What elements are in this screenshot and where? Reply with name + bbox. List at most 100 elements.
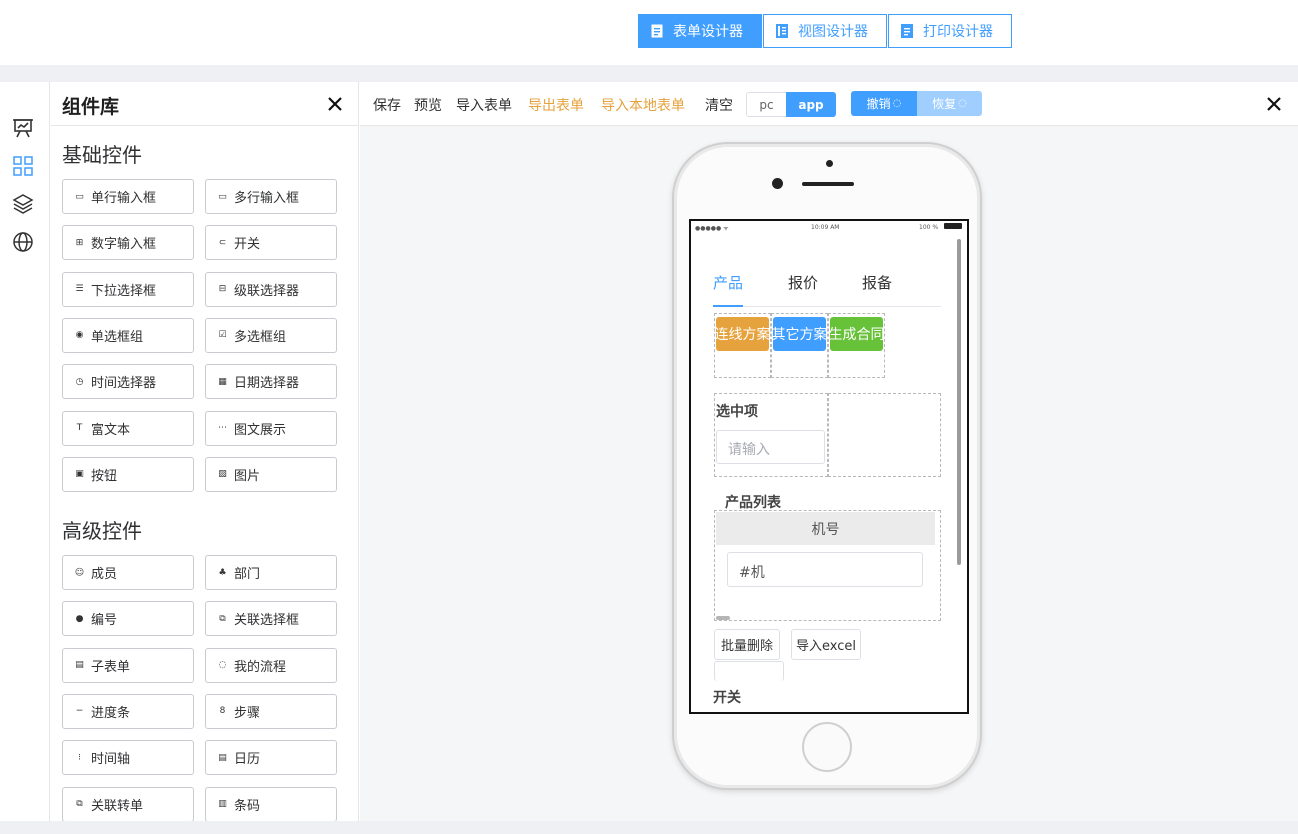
component-number-input-button[interactable]: ⊞ 数字输入框 [62, 225, 194, 261]
component-dropdown-select-button[interactable]: ☰ 下拉选择框 [62, 271, 194, 307]
component-clock-button[interactable]: ◷ 时间选择器 [62, 364, 194, 400]
tab-quotation[interactable]: 报价 [788, 272, 818, 293]
pc-option[interactable]: pc [746, 92, 786, 117]
component-rich-text-button[interactable]: T 富文本 [62, 410, 194, 446]
component-label: 步骤 [234, 705, 261, 721]
component-progress-button[interactable]: − 进度条 [62, 693, 194, 729]
cascader-icon: ⊟ [218, 284, 227, 295]
multi-line-input-icon: ▭ [218, 191, 227, 202]
clear-button[interactable]: 清空 [705, 95, 733, 115]
plan-link-button[interactable]: 连线方案 [716, 317, 769, 351]
component-library: 组件库 基础控件 ▭ 单行输入框 ▭ 多行输入框 ⊞ 数字输入框 ⊂ 开关 ☰ 下拉选择框 ⊟ 级联选… [51, 82, 359, 821]
dropdown-select-icon: ☰ [75, 284, 84, 295]
component-label: 编号 [91, 613, 118, 629]
device-switch: pc app [746, 92, 836, 117]
print-doc-icon [901, 24, 913, 38]
save-button[interactable]: 保存 [373, 95, 401, 115]
component-button-button[interactable]: ▣ 按钮 [62, 456, 194, 492]
status-time: 10:09 AM [811, 224, 840, 231]
barcode-icon: ▥ [218, 799, 227, 809]
component-label: 数字输入框 [91, 237, 157, 253]
table-scrollbar[interactable] [716, 616, 730, 620]
front-sensor [826, 160, 833, 167]
component-calendar-button[interactable]: ▦ 日期选择器 [205, 364, 337, 400]
phone-frame: ●●●●● ᯤ 10:09 AM 100 % 产品 报价 报备 连线方案 其它方… [672, 142, 982, 790]
serial-number-icon: ● [75, 613, 84, 624]
product-list-title: 产品列表 [725, 495, 781, 511]
component-label: 时间选择器 [91, 376, 157, 392]
plan-other-button[interactable]: 其它方案 [773, 317, 826, 351]
component-serial-number-button[interactable]: ● 编号 [62, 601, 194, 637]
component-checkbox-button[interactable]: ☑ 多选框组 [205, 317, 337, 353]
component-radio-button[interactable]: ◉ 单选框组 [62, 317, 194, 353]
component-transfer-button[interactable]: ⧉ 关联转单 [62, 786, 194, 821]
component-html-button[interactable]: ⋯ 图文展示 [205, 410, 337, 446]
close-icon[interactable] [1266, 96, 1282, 112]
import-form-button[interactable]: 导入表单 [456, 95, 512, 115]
import-local-form-button[interactable]: 导入本地表单 [601, 95, 685, 115]
generate-contract-button[interactable]: 生成合同 [830, 317, 883, 351]
calendar-icon: ▦ [218, 376, 227, 387]
rich-text-icon: T [76, 423, 83, 433]
close-icon[interactable] [326, 95, 344, 113]
component-timeline-button[interactable]: ⁝ 时间轴 [62, 740, 194, 776]
component-member-button[interactable]: ☺ 成员 [62, 555, 194, 590]
component-label: 单选框组 [91, 329, 144, 345]
form-doc-icon [651, 24, 663, 38]
preview-button[interactable]: 预览 [414, 95, 442, 115]
transfer-icon: ⧉ [76, 799, 83, 809]
switch-icon: ⊂ [218, 237, 227, 248]
selected-item-input[interactable]: 请输入 [716, 430, 825, 464]
globe-icon[interactable] [11, 230, 35, 254]
tab-label: 视图设计器 [798, 24, 868, 40]
component-image-button[interactable]: ▨ 图片 [205, 456, 337, 492]
tab-filing[interactable]: 报备 [862, 272, 892, 293]
component-label: 时间轴 [91, 752, 131, 768]
export-form-button[interactable]: 导出表单 [528, 95, 584, 115]
member-icon: ☺ [74, 567, 85, 578]
home-button [802, 722, 852, 772]
component-sub-form-button[interactable]: ▤ 子表单 [62, 647, 194, 683]
tab-view-designer[interactable]: 视图设计器 [763, 14, 887, 48]
table-cell-input[interactable]: #机 [727, 552, 923, 587]
timeline-icon: ⁝ [78, 752, 81, 763]
tab-product[interactable]: 产品 [713, 272, 743, 293]
tab-form-designer[interactable]: 表单设计器 [638, 14, 762, 48]
component-label: 成员 [91, 567, 118, 582]
component-multi-line-input-button[interactable]: ▭ 多行输入框 [205, 179, 337, 214]
component-barcode-button[interactable]: ▥ 条码 [205, 786, 337, 821]
component-org-chart-button[interactable]: ♣ 部门 [205, 555, 337, 590]
component-label: 图文展示 [234, 422, 287, 438]
front-camera [772, 178, 783, 189]
checkbox-icon: ☑ [218, 330, 227, 341]
advanced-controls-title: 高级控件 [62, 519, 142, 543]
link-select-icon: ⧉ [219, 613, 226, 624]
bottom-band [0, 821, 1298, 834]
import-excel-button[interactable]: 导入excel [791, 629, 861, 660]
component-switch-button[interactable]: ⊂ 开关 [205, 225, 337, 261]
grid-icon[interactable] [11, 154, 35, 178]
app-option[interactable]: app [786, 92, 836, 117]
component-flow-button[interactable]: ◌ 我的流程 [205, 647, 337, 683]
layers-icon[interactable] [11, 192, 35, 216]
component-calendar-day-button[interactable]: ▤ 日历 [205, 740, 337, 776]
component-link-select-button[interactable]: ⧉ 关联选择框 [205, 601, 337, 637]
undo-icon: ◌ [892, 98, 902, 109]
component-single-line-input-button[interactable]: ▭ 单行输入框 [62, 179, 194, 214]
component-cascader-button[interactable]: ⊟ 级联选择器 [205, 271, 337, 307]
component-label: 进度条 [91, 705, 131, 721]
screen-scrollbar[interactable] [957, 239, 961, 565]
library-title: 组件库 [62, 96, 120, 118]
component-steps-button[interactable]: 8 步骤 [205, 693, 337, 729]
tab-print-designer[interactable]: 打印设计器 [888, 14, 1012, 48]
earpiece [802, 182, 854, 186]
partial-button[interactable] [714, 661, 784, 681]
presentation-icon[interactable] [11, 116, 35, 140]
org-chart-icon: ♣ [218, 567, 227, 578]
batch-delete-button[interactable]: 批量删除 [714, 629, 780, 660]
component-label: 单行输入框 [91, 191, 157, 206]
grid-cell [828, 393, 941, 477]
top-bar: 表单设计器 视图设计器 打印设计器 [0, 0, 1298, 65]
active-tab-indicator [713, 305, 743, 307]
undo-button[interactable]: 撤销 ◌ [851, 91, 917, 116]
